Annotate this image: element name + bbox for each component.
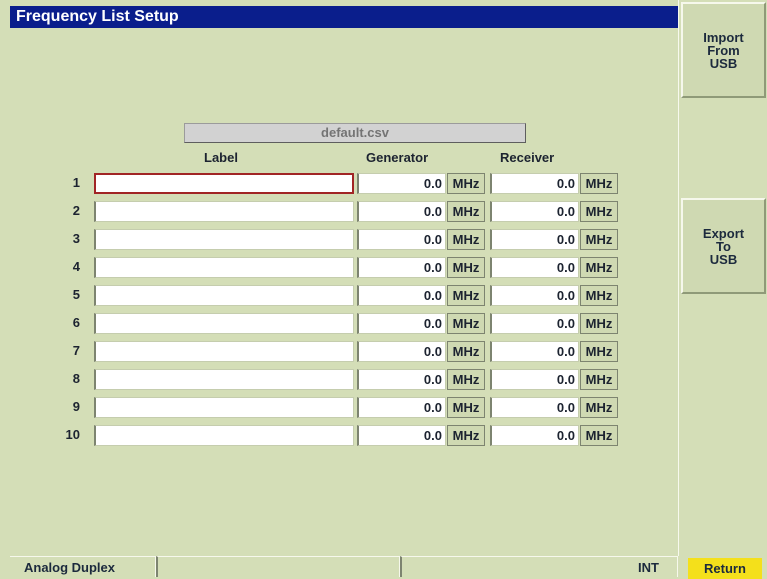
receiver-frequency-field[interactable]: 0.0 [490,173,579,194]
column-header-receiver: Receiver [500,150,555,165]
receiver-frequency-field[interactable]: 0.0 [490,201,579,222]
generator-unit[interactable]: MHz [447,369,485,390]
table-row: 3 0.0 MHz 0.0 MHz [10,227,678,251]
generator-unit[interactable]: MHz [447,229,485,250]
generator-unit[interactable]: MHz [447,285,485,306]
receiver-frequency-field[interactable]: 0.0 [490,313,579,334]
row-number: 4 [72,259,80,274]
generator-unit[interactable]: MHz [447,397,485,418]
generator-unit[interactable]: MHz [447,341,485,362]
row-number: 3 [72,231,80,246]
generator-frequency-field[interactable]: 0.0 [357,173,446,194]
label-field[interactable] [94,257,354,278]
row-number: 9 [72,399,80,414]
receiver-frequency-field[interactable]: 0.0 [490,425,579,446]
table-row: 10 0.0 MHz 0.0 MHz [10,423,678,447]
status-bar: Analog Duplex INT [10,556,678,579]
row-number: 6 [72,315,80,330]
label-field[interactable] [94,425,354,446]
row-number: 2 [72,203,80,218]
receiver-frequency-field[interactable]: 0.0 [490,285,579,306]
window-title: Frequency List Setup [10,6,678,28]
column-header-label: Label [204,150,238,165]
label-field[interactable] [94,201,354,222]
label-field[interactable] [94,285,354,306]
receiver-frequency-field[interactable]: 0.0 [490,257,579,278]
row-number: 10 [65,427,80,442]
row-number: 7 [72,343,80,358]
main-panel: default.csv Label Generator Receiver 1 0.… [10,28,678,554]
row-number: 8 [72,371,80,386]
table-row: 1 0.0 MHz 0.0 MHz [10,171,678,195]
softkey-panel: Import From USB Export To USB [678,0,767,579]
label-field[interactable] [94,341,354,362]
export-to-usb-button[interactable]: Export To USB [681,198,766,294]
label-field[interactable] [94,173,354,194]
label-field[interactable] [94,229,354,250]
import-from-usb-button[interactable]: Import From USB [681,2,766,98]
generator-unit[interactable]: MHz [447,313,485,334]
generator-frequency-field[interactable]: 0.0 [357,313,446,334]
table-row: 4 0.0 MHz 0.0 MHz [10,255,678,279]
generator-frequency-field[interactable]: 0.0 [357,257,446,278]
table-row: 7 0.0 MHz 0.0 MHz [10,339,678,363]
status-field-2 [156,556,400,577]
generator-frequency-field[interactable]: 0.0 [357,201,446,222]
receiver-unit[interactable]: MHz [580,201,618,222]
row-number: 5 [72,287,80,302]
generator-frequency-field[interactable]: 0.0 [357,397,446,418]
receiver-frequency-field[interactable]: 0.0 [490,229,579,250]
column-header-generator: Generator [366,150,429,165]
generator-frequency-field[interactable]: 0.0 [357,369,446,390]
receiver-unit[interactable]: MHz [580,425,618,446]
receiver-unit[interactable]: MHz [580,285,618,306]
table-row: 6 0.0 MHz 0.0 MHz [10,311,678,335]
status-mode: Analog Duplex [10,556,156,577]
generator-unit[interactable]: MHz [447,173,485,194]
return-button[interactable]: Return [688,558,762,579]
generator-frequency-field[interactable]: 0.0 [357,341,446,362]
receiver-unit[interactable]: MHz [580,313,618,334]
receiver-unit[interactable]: MHz [580,397,618,418]
status-reference: INT [400,556,678,577]
table-row: 8 0.0 MHz 0.0 MHz [10,367,678,391]
receiver-frequency-field[interactable]: 0.0 [490,397,579,418]
receiver-unit[interactable]: MHz [580,341,618,362]
table-row: 9 0.0 MHz 0.0 MHz [10,395,678,419]
receiver-frequency-field[interactable]: 0.0 [490,369,579,390]
table-row: 2 0.0 MHz 0.0 MHz [10,199,678,223]
generator-unit[interactable]: MHz [447,425,485,446]
receiver-unit[interactable]: MHz [580,257,618,278]
label-field[interactable] [94,313,354,334]
generator-unit[interactable]: MHz [447,201,485,222]
generator-frequency-field[interactable]: 0.0 [357,229,446,250]
label-field[interactable] [94,369,354,390]
filename-field[interactable]: default.csv [184,123,526,143]
receiver-unit[interactable]: MHz [580,173,618,194]
row-number: 1 [72,175,80,190]
softkey-divider [678,0,679,556]
label-field[interactable] [94,397,354,418]
generator-frequency-field[interactable]: 0.0 [357,425,446,446]
table-row: 5 0.0 MHz 0.0 MHz [10,283,678,307]
generator-unit[interactable]: MHz [447,257,485,278]
receiver-frequency-field[interactable]: 0.0 [490,341,579,362]
generator-frequency-field[interactable]: 0.0 [357,285,446,306]
receiver-unit[interactable]: MHz [580,229,618,250]
receiver-unit[interactable]: MHz [580,369,618,390]
